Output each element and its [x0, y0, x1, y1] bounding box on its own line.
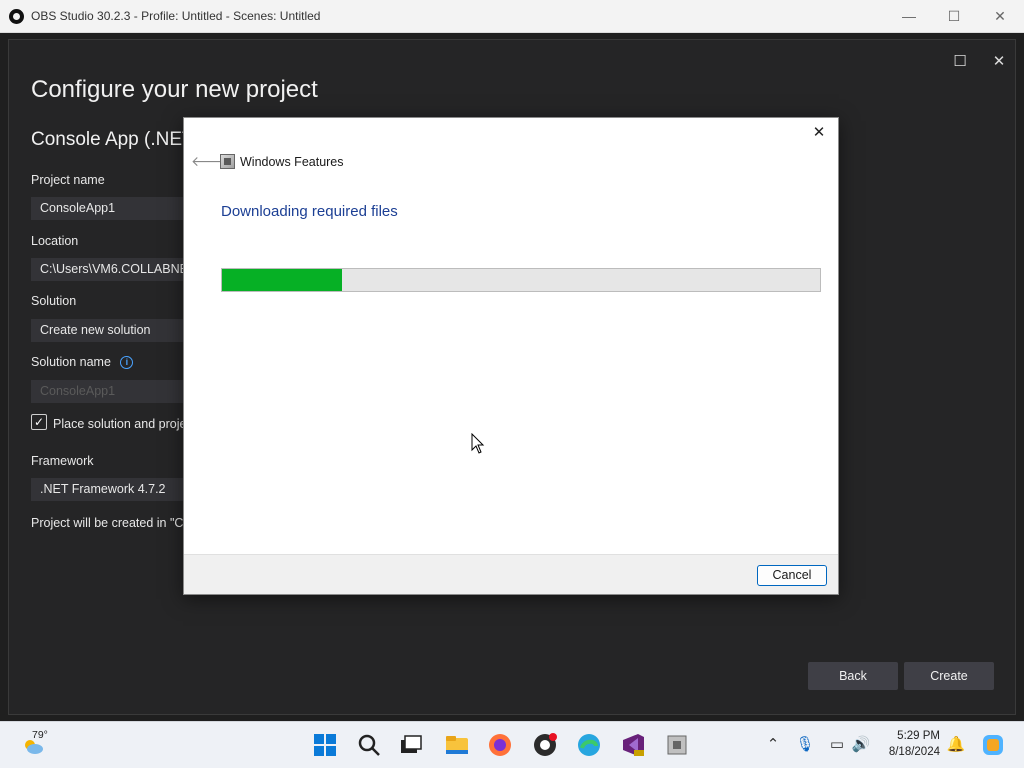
- obs-title-bar: OBS Studio 30.2.3 - Profile: Untitled - …: [0, 0, 1024, 33]
- visual-studio-icon[interactable]: [620, 732, 646, 758]
- copilot-icon[interactable]: [981, 733, 1005, 757]
- microphone-icon[interactable]: 🎙: [795, 735, 815, 755]
- back-arrow-icon[interactable]: 🡐: [191, 153, 229, 169]
- windows-features-icon: [220, 154, 235, 169]
- firefox-icon[interactable]: [487, 732, 513, 758]
- minimize-button[interactable]: —: [898, 6, 920, 26]
- clock-date[interactable]: 8/18/2024: [889, 746, 940, 758]
- solution-label: Solution: [31, 294, 77, 308]
- obs-icon[interactable]: [532, 732, 558, 758]
- back-button[interactable]: Back: [808, 662, 898, 690]
- place-solution-checkbox[interactable]: ✓: [31, 414, 47, 430]
- vs-maximize-button[interactable]: ☐: [950, 52, 970, 72]
- project-name-input[interactable]: ConsoleApp1: [31, 197, 191, 220]
- page-title: Configure your new project: [31, 76, 318, 103]
- dialog-close-button[interactable]: ✕: [808, 122, 830, 144]
- volume-icon[interactable]: 🔊: [851, 735, 871, 755]
- file-explorer-icon[interactable]: [444, 732, 470, 758]
- project-template-title: Console App (.NET: [31, 129, 194, 150]
- windows-features-icon[interactable]: [664, 732, 690, 758]
- windows-start-icon[interactable]: [312, 732, 338, 758]
- project-name-label: Project name: [31, 173, 105, 187]
- cancel-button[interactable]: Cancel: [757, 565, 827, 586]
- vs-close-button[interactable]: ✕: [989, 52, 1009, 72]
- obs-logo-icon: [9, 9, 24, 24]
- weather-temperature: 79°: [32, 729, 48, 741]
- place-solution-label: Place solution and projec: [53, 417, 193, 431]
- close-button[interactable]: ✕: [989, 6, 1011, 26]
- solution-dropdown[interactable]: Create new solution: [31, 319, 191, 342]
- location-input[interactable]: C:\Users\VM6.COLLABNET\: [31, 258, 191, 281]
- chevron-up-icon[interactable]: ⌃: [763, 735, 783, 755]
- create-button[interactable]: Create: [904, 662, 994, 690]
- windows-features-dialog: ✕ 🡐 Windows Features Downloading require…: [183, 117, 839, 595]
- solution-name-label: Solution name: [31, 355, 111, 369]
- mouse-cursor-icon: [471, 433, 485, 454]
- notification-bell-icon[interactable]: 🔔: [946, 735, 966, 755]
- location-label: Location: [31, 234, 79, 248]
- status-heading: Downloading required files: [221, 203, 398, 220]
- clock-time[interactable]: 5:29 PM: [897, 730, 940, 742]
- taskbar: 79° ⌃ 🎙 ▭ 🔊 5:29 PM 8/18/2024 �: [0, 721, 1024, 768]
- dialog-footer: Cancel: [184, 554, 838, 594]
- download-progress-bar: [221, 268, 821, 292]
- solution-name-input[interactable]: ConsoleApp1: [31, 380, 191, 403]
- edge-icon[interactable]: [576, 732, 602, 758]
- dialog-title: Windows Features: [240, 155, 344, 169]
- network-icon[interactable]: ▭: [827, 735, 847, 755]
- maximize-button[interactable]: ☐: [943, 6, 965, 26]
- search-icon[interactable]: [356, 732, 382, 758]
- framework-dropdown[interactable]: .NET Framework 4.7.2: [31, 478, 191, 501]
- obs-window-title: OBS Studio 30.2.3 - Profile: Untitled - …: [31, 9, 321, 23]
- framework-label: Framework: [31, 454, 94, 468]
- progress-fill: [222, 269, 342, 291]
- task-view-icon[interactable]: [398, 732, 424, 758]
- info-icon[interactable]: i: [120, 356, 134, 369]
- project-location-summary: Project will be created in "C:\: [31, 516, 191, 530]
- solution-name-label-row: Solution name i: [31, 355, 134, 369]
